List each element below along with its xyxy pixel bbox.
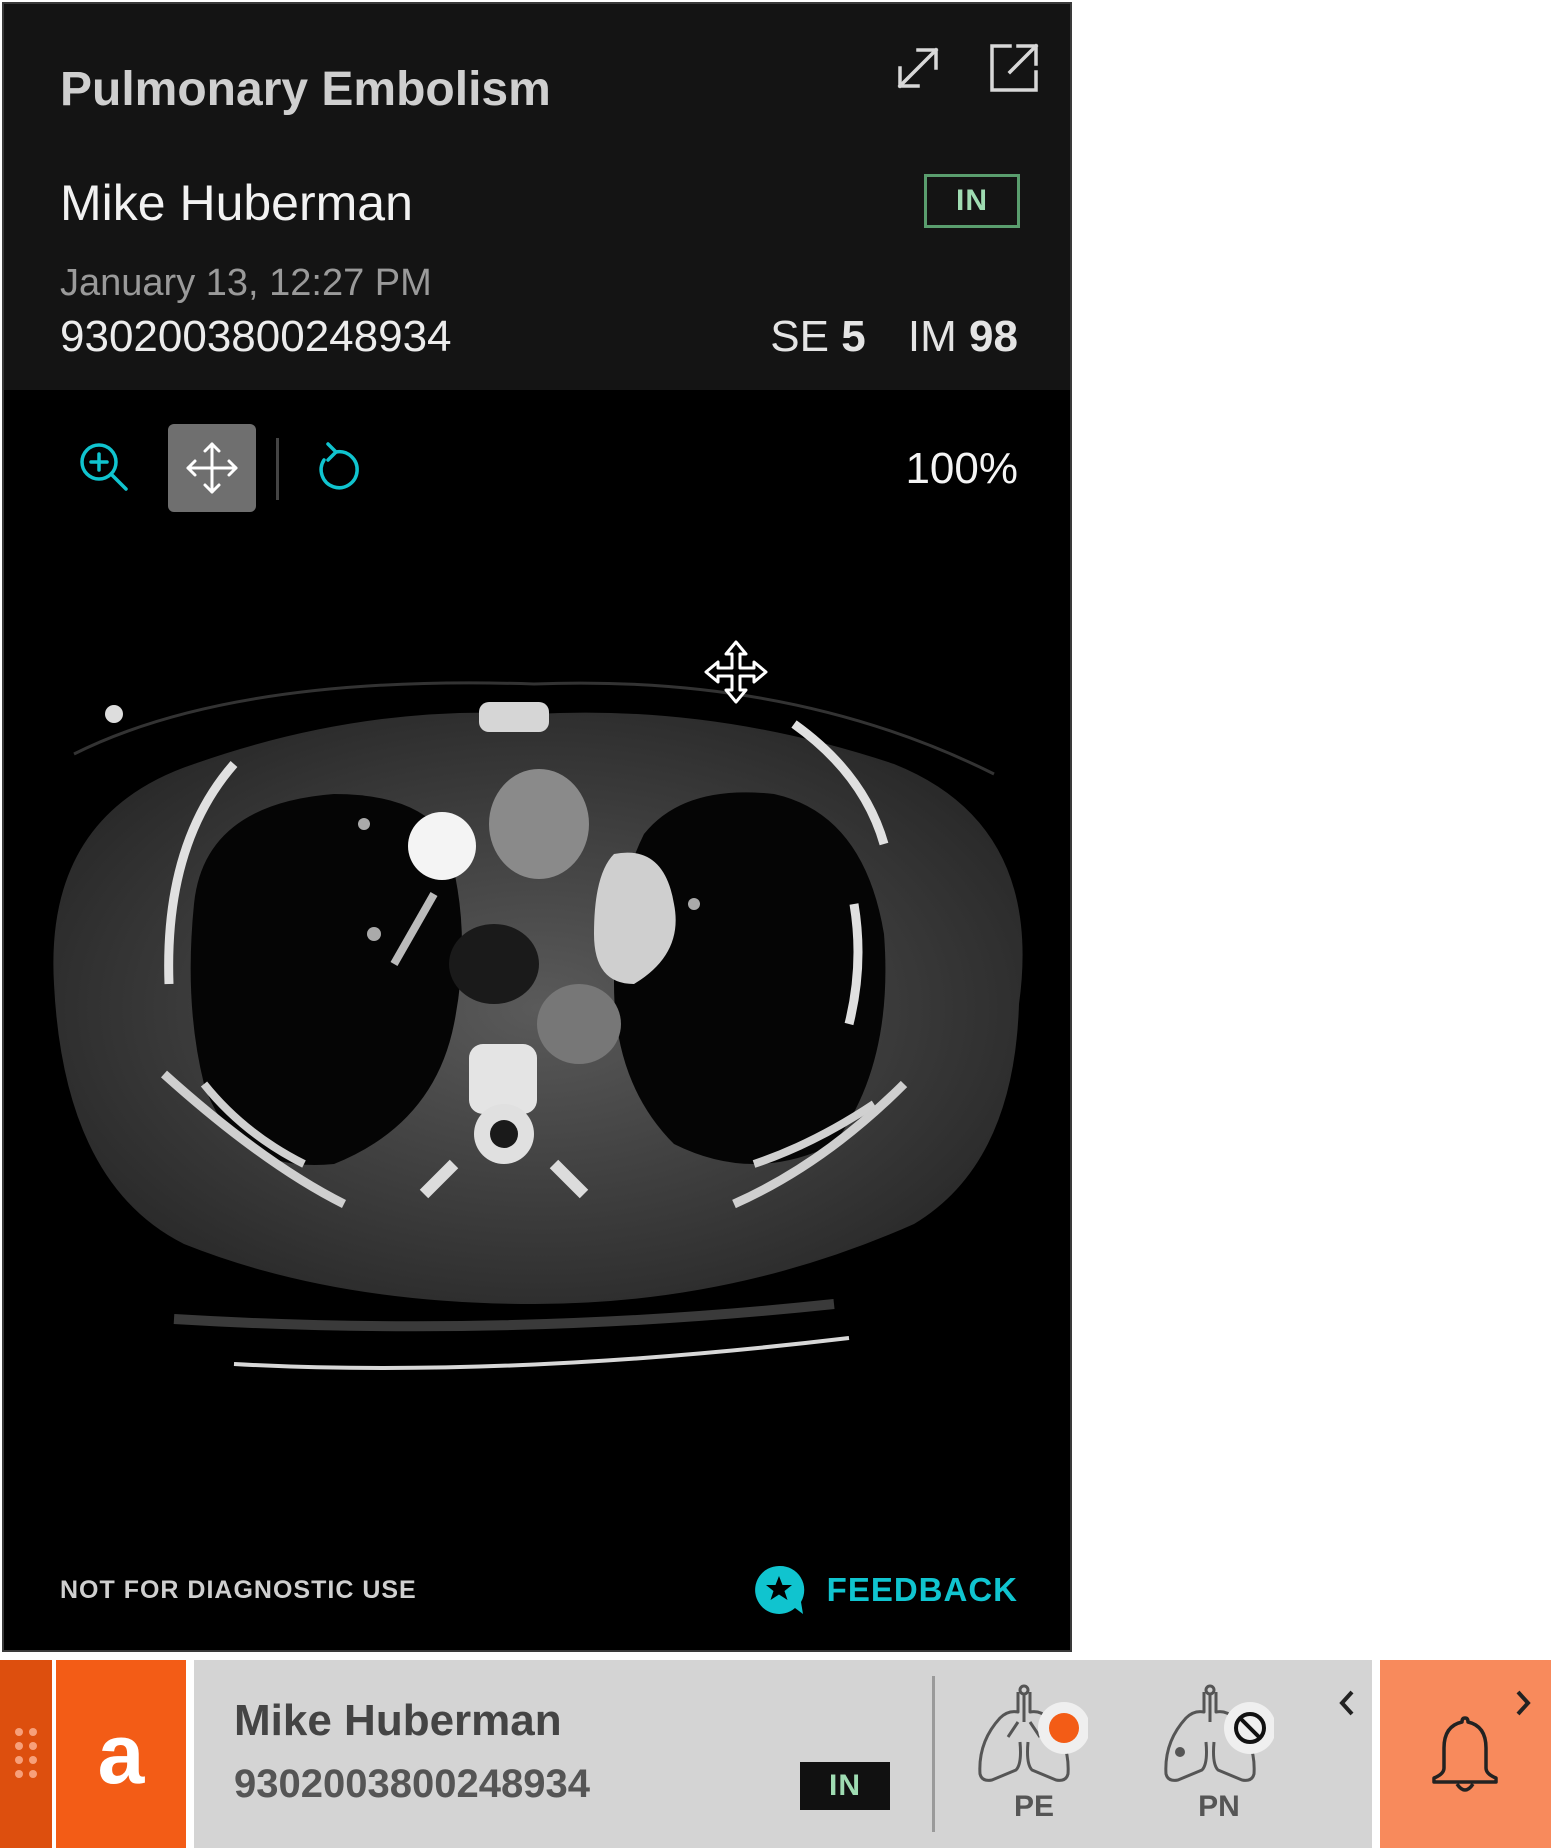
- pn-lungs-icon[interactable]: [1154, 1682, 1274, 1792]
- move-cursor-icon: [704, 640, 768, 704]
- reset-icon[interactable]: [310, 440, 366, 496]
- image-label: IM: [907, 312, 957, 361]
- bar-accession: 9302003800248934: [234, 1762, 590, 1806]
- app-logo[interactable]: a: [56, 1660, 186, 1848]
- series-label: SE: [770, 312, 829, 361]
- chevron-left-icon[interactable]: [1334, 1688, 1360, 1718]
- bar-patient-name: Mike Huberman: [234, 1696, 562, 1745]
- chevron-right-icon[interactable]: [1510, 1688, 1536, 1718]
- feedback-button[interactable]: FEEDBACK: [751, 1562, 1018, 1618]
- patient-name: Mike Huberman: [60, 175, 413, 231]
- expand-icon[interactable]: [892, 42, 944, 94]
- pan-icon: [186, 442, 238, 494]
- open-external-icon[interactable]: [988, 42, 1040, 94]
- pn-label: PN: [1198, 1790, 1240, 1823]
- series-value: 5: [841, 312, 866, 361]
- ct-scan-image[interactable]: [34, 604, 1044, 1424]
- drag-handle[interactable]: [0, 1660, 52, 1848]
- pe-label: PE: [1013, 1790, 1055, 1823]
- study-date: January 13, 12:27 PM: [60, 262, 432, 304]
- bar-status-badge: IN: [800, 1762, 890, 1810]
- patient-summary[interactable]: Mike Huberman 9302003800248934 IN PE PN: [194, 1660, 1372, 1848]
- accession-number: 9302003800248934: [60, 312, 452, 361]
- notifications-button[interactable]: [1380, 1660, 1551, 1848]
- pan-button[interactable]: [168, 424, 256, 512]
- zoom-in-icon[interactable]: [76, 439, 132, 495]
- series-image-indicator: SE 5 IM 98: [770, 312, 1018, 362]
- status-badge: IN: [924, 174, 1020, 228]
- disclaimer-text: NOT FOR DIAGNOSTIC USE: [60, 1576, 417, 1604]
- toolbar-divider: [276, 438, 279, 500]
- zoom-level: 100%: [905, 444, 1018, 493]
- patient-bar: a Mike Huberman 9302003800248934 IN PE P…: [0, 1660, 1551, 1848]
- workflow-title: Pulmonary Embolism: [60, 63, 551, 116]
- pe-lungs-icon[interactable]: [968, 1682, 1088, 1792]
- drag-grip-icon: [15, 1728, 37, 1778]
- study-header: Pulmonary Embolism Mike Huberman IN Janu…: [4, 4, 1070, 390]
- feedback-star-icon: [754, 1565, 804, 1614]
- bar-divider: [932, 1676, 935, 1832]
- logo-letter: a: [97, 1706, 145, 1801]
- image-value: 98: [969, 312, 1018, 361]
- bell-icon: [1432, 1716, 1498, 1792]
- feedback-label: FEEDBACK: [826, 1571, 1018, 1608]
- study-viewer-panel: Pulmonary Embolism Mike Huberman IN Janu…: [2, 2, 1072, 1652]
